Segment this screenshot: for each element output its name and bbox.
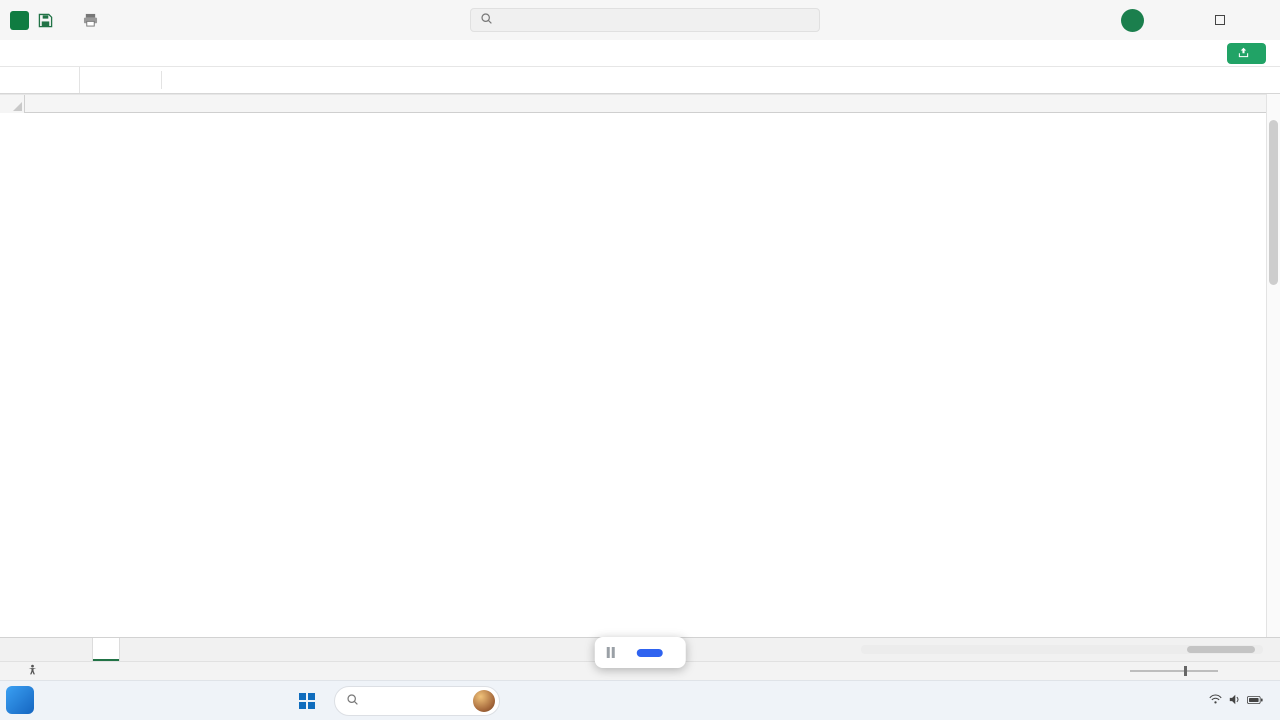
- sheet-tab-staffing-costs-2024[interactable]: [92, 638, 120, 661]
- minimize-button[interactable]: [1160, 0, 1200, 40]
- accessibility-status[interactable]: [27, 664, 43, 678]
- drag-handle-icon: [606, 647, 615, 658]
- taskbar: [0, 680, 1280, 720]
- share-button[interactable]: [1227, 43, 1266, 64]
- formula-bar: [0, 67, 1280, 94]
- quick-access-toolbar: [10, 10, 101, 30]
- close-button[interactable]: [1240, 0, 1280, 40]
- title-bar: [0, 0, 1280, 40]
- battery-icon[interactable]: [1247, 694, 1263, 708]
- start-button[interactable]: [292, 686, 322, 716]
- print-icon[interactable]: [83, 13, 98, 27]
- wifi-icon[interactable]: [1209, 694, 1222, 708]
- search-icon: [480, 12, 493, 28]
- select-all-button[interactable]: [0, 95, 25, 113]
- worksheet-grid[interactable]: [0, 113, 1266, 637]
- save-icon[interactable]: [38, 13, 53, 28]
- maximize-icon: [1215, 15, 1225, 25]
- search-icon: [346, 693, 359, 709]
- share-icon: [1238, 47, 1249, 61]
- widget-icon: [6, 686, 34, 714]
- accessibility-icon: [27, 664, 38, 678]
- name-box[interactable]: [0, 67, 80, 93]
- system-tray: [1200, 681, 1272, 720]
- maximize-button[interactable]: [1200, 0, 1240, 40]
- loom-sharing-bar: [594, 637, 686, 668]
- excel-window: [0, 0, 1280, 720]
- vertical-scrollbar[interactable]: [1266, 94, 1280, 637]
- excel-app-icon[interactable]: [10, 10, 29, 30]
- title-search-box[interactable]: [470, 8, 820, 32]
- search-highlight-image[interactable]: [473, 690, 495, 712]
- windows-logo-icon: [299, 693, 315, 709]
- account-avatar[interactable]: [1121, 8, 1144, 32]
- column-header-row: [0, 94, 1266, 113]
- horizontal-scrollbar[interactable]: [858, 644, 1266, 655]
- vertical-scroll-thumb[interactable]: [1269, 120, 1278, 285]
- zoom-slider-thumb[interactable]: [1184, 666, 1187, 676]
- ribbon: [0, 40, 1280, 67]
- widgets-button[interactable]: [6, 686, 41, 714]
- stop-sharing-button[interactable]: [636, 648, 663, 657]
- horizontal-scroll-thumb[interactable]: [1187, 646, 1255, 653]
- taskbar-search[interactable]: [334, 686, 500, 716]
- volume-icon[interactable]: [1228, 694, 1241, 708]
- zoom-slider[interactable]: [1130, 666, 1218, 676]
